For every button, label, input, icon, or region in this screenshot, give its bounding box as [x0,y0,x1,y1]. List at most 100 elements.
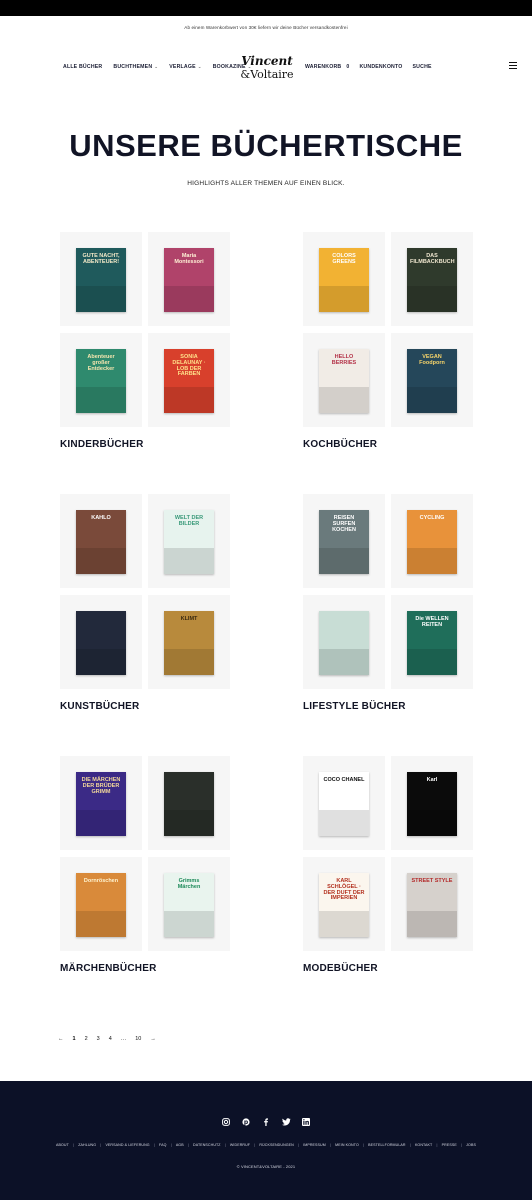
book-tile[interactable]: WELT DER BILDER [148,494,230,588]
nav-right-menu: WARENKORB 0 KUNDENKONTO SUCHE [305,64,442,70]
instagram-icon[interactable] [222,1117,231,1126]
nav-item-warenkorb[interactable]: WARENKORB 0 [305,64,349,70]
book-cover: CYCLING [407,510,457,574]
pinterest-icon[interactable]: p [242,1117,251,1126]
page-title: UNSERE BÜCHERTISCHE [69,128,463,163]
footer-link[interactable]: ZAHLUNG [78,1143,96,1147]
nav-item-suche[interactable]: SUCHE [413,64,432,70]
twitter-icon[interactable] [281,1117,291,1126]
pagination-page-2[interactable]: 2 [85,1036,88,1042]
book-tile[interactable]: SONIA DELAUNAY · LOB DER FARBEN [148,333,230,427]
category-label[interactable]: LIFESTYLE BÜCHER [303,701,406,712]
book-tile[interactable]: KLIMT [148,595,230,689]
book-tile[interactable]: Karl [391,756,473,850]
book-cover-title: Dornröschen [83,878,119,884]
category-label[interactable]: MÄRCHENBÜCHER [60,963,157,974]
book-cover: Die WELLEN REITEN [407,611,457,675]
social-links: p [0,1117,532,1126]
footer-link[interactable]: DATENSCHUTZ [193,1143,221,1147]
category-label[interactable]: KUNSTBÜCHER [60,701,139,712]
nav-item-verlage[interactable]: VERLAGE ⌄ [169,64,201,70]
category-label[interactable]: MODEBÜCHER [303,963,378,974]
logo-wordmark: Vincent &Voltaire [240,54,293,81]
book-tile[interactable]: KARL SCHLÖGEL · DER DUFT DER IMPERIEN [303,857,385,951]
footer-link[interactable]: JOBS [466,1143,476,1147]
book-tile[interactable]: DAS FILMBACKBUCH [391,232,473,326]
book-cover: HELLO BERRIES [319,349,369,413]
logo-line1: Vincent [241,54,293,68]
main-navigation: ALLE BÜCHER BUCHTHEMEN ⌄ VERLAGE ⌄ BOOKA… [0,48,532,88]
book-cover-title: Grimms Märchen [177,878,201,890]
footer-link[interactable]: PRESSE [442,1143,457,1147]
footer-link[interactable]: BESTELLFORMULAR [368,1143,405,1147]
book-tile[interactable]: REISEN SURFEN KOCHEN [303,494,385,588]
footer-link-separator: | [187,1143,189,1147]
category-card: GUTE NACHT, ABENTEUER! Maria Montessori Ab… [60,232,232,450]
site-logo[interactable]: Vincent &Voltaire [240,51,294,85]
footer-link-separator: | [363,1143,364,1147]
category-card: DIE MÄRCHEN DER BRÜDER GRIMM Dornröschen G… [60,756,232,974]
book-cover: Karl [407,772,457,836]
book-tile[interactable]: COLORS GREENS [303,232,385,326]
footer-link[interactable]: FAQ [159,1143,167,1147]
book-cover: STREET STYLE [407,873,457,937]
book-tile[interactable]: HELLO BERRIES [303,333,385,427]
nav-item-kundenkonto[interactable]: KUNDENKONTO [359,64,402,70]
footer-link-separator: | [461,1143,462,1147]
nav-item-alle-buecher[interactable]: ALLE BÜCHER [63,64,102,70]
pagination-page-1[interactable]: 1 [73,1036,76,1042]
book-cover: KAHLO [76,510,126,574]
hamburger-icon[interactable] [509,62,517,70]
book-cover-title: CYCLING [419,515,445,521]
pagination-prev-arrow-icon[interactable]: ← [58,1036,64,1042]
book-tile[interactable]: Abenteuer großer Entdecker [60,333,142,427]
book-cover: COLORS GREENS [319,248,369,312]
book-tile[interactable]: COCO CHANEL [303,756,385,850]
linkedin-icon[interactable] [302,1117,311,1126]
page-subtitle: HIGHLIGHTS ALLER THEMEN AUF EINEN BLICK. [187,180,345,187]
footer-link-separator: | [100,1143,102,1147]
svg-text:p: p [244,1119,249,1126]
footer-link[interactable]: KONTAKT [415,1143,432,1147]
book-tile[interactable]: KAHLO [60,494,142,588]
footer-link[interactable]: AGB [176,1143,184,1147]
category-label[interactable]: KOCHBÜCHER [303,439,377,450]
book-tile[interactable]: Dornröschen [60,857,142,951]
book-tile[interactable]: Die WELLEN REITEN [391,595,473,689]
footer-link[interactable]: MEIN KONTO [335,1143,359,1147]
book-cover-title: KARL SCHLÖGEL · DER DUFT DER IMPERIEN [323,878,365,902]
pagination-page-4[interactable]: 4 [109,1036,112,1042]
facebook-icon[interactable] [262,1117,271,1126]
site-footer: p ABOUT | ZAHLUNG | VERSAND & LIEFERUNG | FAQ |… [0,1081,532,1200]
book-tile[interactable]: DIE MÄRCHEN DER BRÜDER GRIMM [60,756,142,850]
pagination-page-10[interactable]: 10 [135,1036,141,1042]
book-thumbnail-grid: COLORS GREENS DAS FILMBACKBUCH HELLO BERRI… [303,232,475,430]
nav-item-label: ALLE BÜCHER [63,64,103,70]
nav-item-buchthemen[interactable]: BUCHTHEMEN ⌄ [113,64,158,70]
footer-link-separator: | [436,1143,438,1147]
book-tile[interactable] [148,756,230,850]
book-tile[interactable] [303,595,385,689]
footer-link[interactable]: WIDERRUF [230,1143,250,1147]
book-tile[interactable]: VEGAN Foodporn [391,333,473,427]
book-tile[interactable]: Grimms Märchen [148,857,230,951]
book-cover [319,611,369,675]
book-tile[interactable]: STREET STYLE [391,857,473,951]
footer-link[interactable]: RÜCKSENDUNGEN [259,1143,293,1147]
book-tile[interactable]: GUTE NACHT, ABENTEUER! [60,232,142,326]
cart-count-badge: 0 [346,64,350,70]
footer-link[interactable]: VERSAND & LIEFERUNG [105,1143,149,1147]
book-cover: Abenteuer großer Entdecker [76,349,126,413]
book-cover-title: Maria Montessori [174,253,204,265]
footer-link-separator: | [224,1143,226,1147]
book-cover-title: Karl [426,777,438,783]
footer-link[interactable]: ABOUT [56,1143,69,1147]
pagination-page-3[interactable]: 3 [97,1036,100,1042]
book-tile[interactable]: CYCLING [391,494,473,588]
book-tile[interactable]: Maria Montessori [148,232,230,326]
footer-link[interactable]: IMPRESSUM [303,1143,326,1147]
pagination-next-arrow-icon[interactable]: → [150,1036,156,1042]
book-tile[interactable] [60,595,142,689]
category-label[interactable]: KINDERBÜCHER [60,439,144,450]
nav-item-label: VERLAGE [169,64,196,70]
